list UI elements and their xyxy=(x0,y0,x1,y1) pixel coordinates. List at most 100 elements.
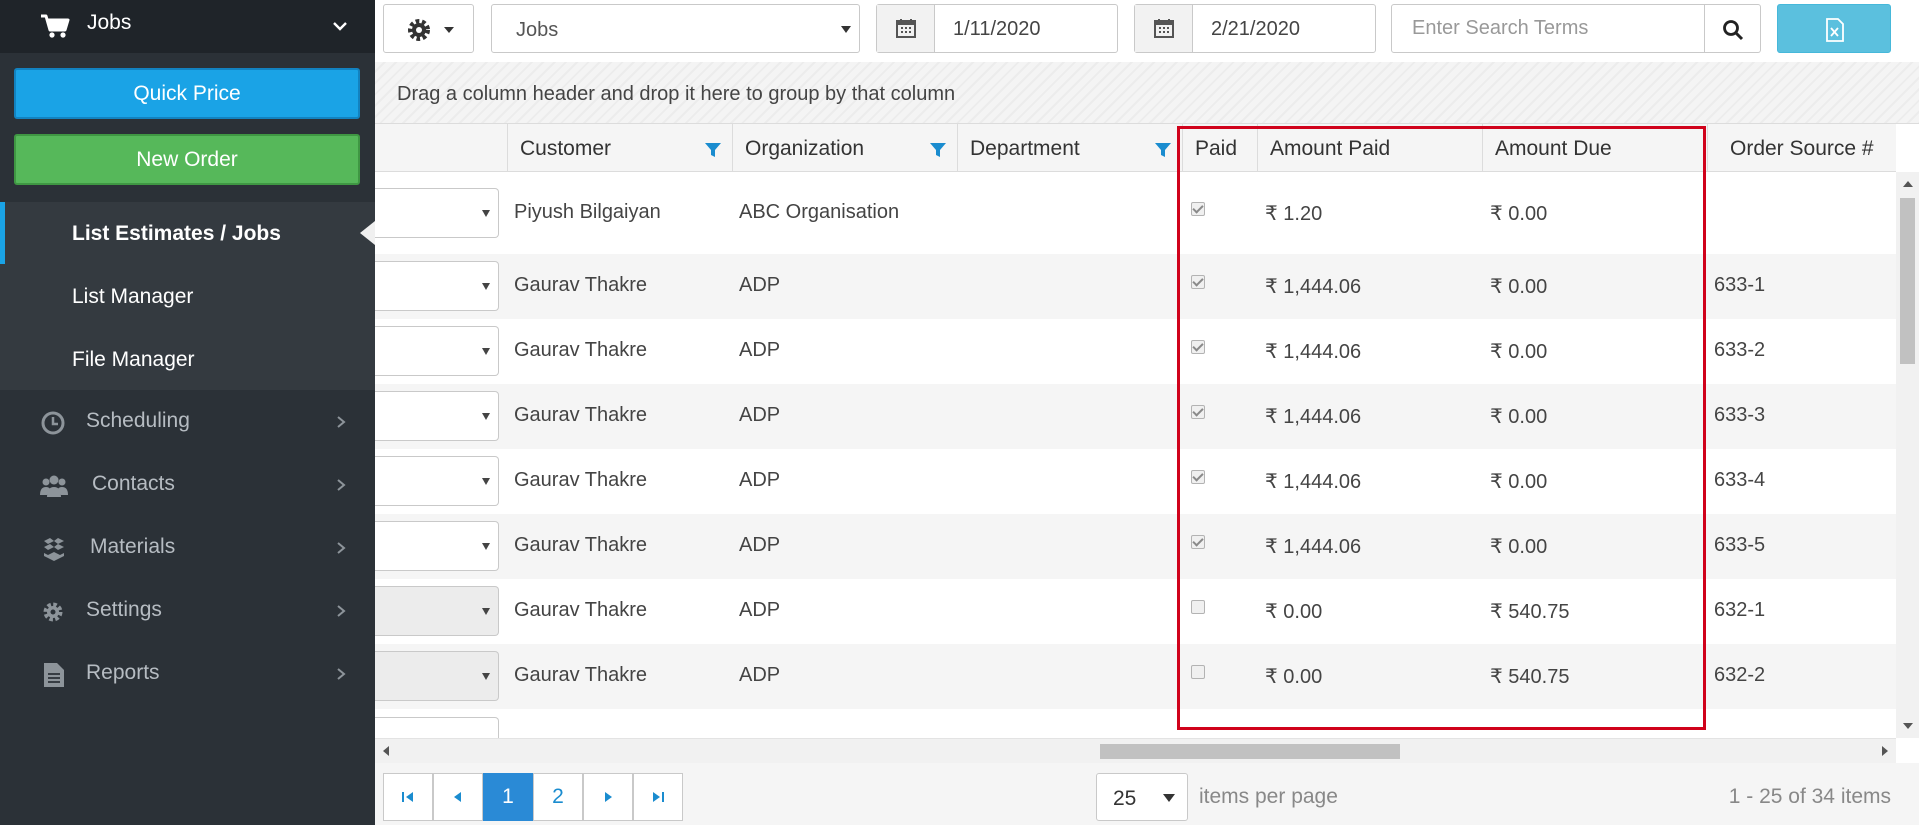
row-action-select[interactable] xyxy=(375,261,499,311)
paid-checkbox[interactable] xyxy=(1191,405,1205,419)
row-action-select[interactable] xyxy=(375,391,499,441)
scroll-down-arrow-icon[interactable] xyxy=(1903,723,1913,729)
row-action-select[interactable] xyxy=(375,651,499,701)
row-action-select[interactable] xyxy=(375,456,499,506)
previous-page-button[interactable] xyxy=(433,773,483,821)
nav-item-reports[interactable]: Reports xyxy=(0,644,375,704)
page-size-label: items per page xyxy=(1199,785,1338,808)
nav-label-contacts: Contacts xyxy=(92,472,175,495)
paid-checkbox[interactable] xyxy=(1191,600,1205,614)
table-row: Gaurav Thakre ADP ₹ 1,444.06 ₹ 0.00 633-… xyxy=(375,514,1896,579)
chevron-right-icon xyxy=(337,605,346,617)
table-row: Gaurav Thakre ADP ₹ 0.00 ₹ 540.75 632-1 xyxy=(375,579,1896,644)
row-action-select[interactable] xyxy=(375,717,499,738)
scroll-left-arrow-icon[interactable] xyxy=(383,746,389,756)
submenu-item-list-manager[interactable]: List Manager xyxy=(72,285,193,309)
column-label: Department xyxy=(970,137,1080,160)
new-order-button[interactable]: New Order xyxy=(14,134,360,185)
layers-icon xyxy=(44,538,64,561)
cell-customer: Gaurav Thakre xyxy=(514,339,648,361)
page-size-value: 25 xyxy=(1113,787,1137,810)
submenu-item-list-estimates-jobs[interactable]: List Estimates / Jobs xyxy=(72,222,281,246)
caret-down-icon xyxy=(482,608,490,615)
submenu-item-file-manager[interactable]: File Manager xyxy=(72,348,195,372)
page-size-select[interactable]: 25 xyxy=(1096,773,1188,821)
nav-item-contacts[interactable]: Contacts xyxy=(0,455,375,515)
export-excel-button[interactable] xyxy=(1777,4,1891,53)
sidebar-module-header[interactable]: Jobs xyxy=(0,0,375,53)
last-page-button[interactable] xyxy=(633,773,683,821)
scroll-right-arrow-icon[interactable] xyxy=(1882,746,1888,756)
horizontal-scroll-thumb[interactable] xyxy=(1100,744,1400,759)
row-action-select[interactable] xyxy=(375,586,499,636)
paid-checkbox[interactable] xyxy=(1191,535,1205,549)
paid-checkbox[interactable] xyxy=(1191,202,1205,216)
search-button[interactable] xyxy=(1705,4,1761,53)
cell-organization: ADP xyxy=(739,534,781,556)
column-label: Customer xyxy=(520,137,612,160)
cell-customer: Gaurav Thakre xyxy=(514,534,648,556)
gear-icon xyxy=(43,602,63,622)
chevron-right-icon xyxy=(337,479,346,491)
grid-header: Customer Organization Department Paid Am… xyxy=(375,124,1896,172)
column-header-amount-due[interactable]: Amount Due xyxy=(1482,124,1707,172)
cell-order-source: 632-1 xyxy=(1714,599,1766,621)
start-date-input[interactable] xyxy=(953,18,1073,41)
page-button-1[interactable]: 1 xyxy=(483,773,533,821)
paid-checkbox[interactable] xyxy=(1191,275,1205,289)
column-header-customer[interactable]: Customer xyxy=(507,124,732,172)
grid-body: Piyush Bilgaiyan ABC Organisation ₹ 1.20… xyxy=(375,172,1896,738)
vertical-scroll-thumb[interactable] xyxy=(1900,198,1915,364)
caret-down-icon xyxy=(482,413,490,420)
column-header-department[interactable]: Department xyxy=(957,124,1182,172)
nav-item-settings[interactable]: Settings xyxy=(0,581,375,641)
page-button-2[interactable]: 2 xyxy=(533,773,583,821)
start-date-calendar-button[interactable] xyxy=(877,5,935,52)
paid-checkbox[interactable] xyxy=(1191,470,1205,484)
cell-amount-paid: ₹ 1,444.06 xyxy=(1265,406,1362,428)
filter-icon[interactable] xyxy=(929,141,947,159)
nav-item-materials[interactable]: Materials xyxy=(0,518,375,578)
column-header-organization[interactable]: Organization xyxy=(732,124,957,172)
group-drop-area[interactable]: Drag a column header and drop it here to… xyxy=(375,62,1919,124)
cell-amount-paid: ₹ 0.00 xyxy=(1265,601,1323,623)
end-date-calendar-button[interactable] xyxy=(1135,5,1193,52)
quick-price-button[interactable]: Quick Price xyxy=(14,68,360,119)
paid-checkbox[interactable] xyxy=(1191,665,1205,679)
cell-order-source: 633-2 xyxy=(1714,339,1766,361)
filter-icon[interactable] xyxy=(704,141,722,159)
cell-amount-paid: ₹ 0.00 xyxy=(1265,666,1323,688)
cell-amount-due: ₹ 0.00 xyxy=(1490,406,1548,428)
row-action-select[interactable] xyxy=(375,326,499,376)
next-page-button[interactable] xyxy=(583,773,633,821)
search-input[interactable] xyxy=(1391,4,1705,53)
end-date-input[interactable] xyxy=(1211,18,1331,41)
cell-amount-due: ₹ 0.00 xyxy=(1490,203,1548,225)
column-header-amount-paid[interactable]: Amount Paid xyxy=(1257,124,1482,172)
paid-checkbox[interactable] xyxy=(1191,340,1205,354)
sidebar-module-title: Jobs xyxy=(87,11,132,34)
cell-customer: Piyush Bilgaiyan xyxy=(514,201,661,223)
column-header-order-source[interactable]: Order Source # xyxy=(1707,124,1897,172)
start-date-picker xyxy=(876,4,1118,53)
end-date-picker xyxy=(1134,4,1376,53)
table-row: Gaurav Thakre ADP ₹ 1,444.06 ₹ 0.00 633-… xyxy=(375,319,1896,384)
cell-amount-paid: ₹ 1,444.06 xyxy=(1265,276,1362,298)
column-header-paid[interactable]: Paid xyxy=(1182,124,1257,172)
shopping-cart-icon xyxy=(41,14,70,38)
vertical-scrollbar[interactable] xyxy=(1896,172,1919,738)
document-icon xyxy=(44,663,64,687)
nav-label-reports: Reports xyxy=(86,661,160,684)
cell-amount-paid: ₹ 1,444.06 xyxy=(1265,536,1362,558)
row-action-select[interactable] xyxy=(375,188,499,238)
scroll-up-arrow-icon[interactable] xyxy=(1903,181,1913,187)
filter-icon[interactable] xyxy=(1154,141,1172,159)
cell-customer: Gaurav Thakre xyxy=(514,599,648,621)
row-action-select[interactable] xyxy=(375,521,499,571)
first-page-button[interactable] xyxy=(383,773,433,821)
settings-dropdown-button[interactable] xyxy=(383,4,474,53)
view-select[interactable]: Jobs xyxy=(491,4,860,53)
horizontal-scrollbar[interactable] xyxy=(375,738,1896,763)
cell-organization: ABC Organisation xyxy=(739,201,900,223)
nav-item-scheduling[interactable]: Scheduling xyxy=(0,392,375,452)
